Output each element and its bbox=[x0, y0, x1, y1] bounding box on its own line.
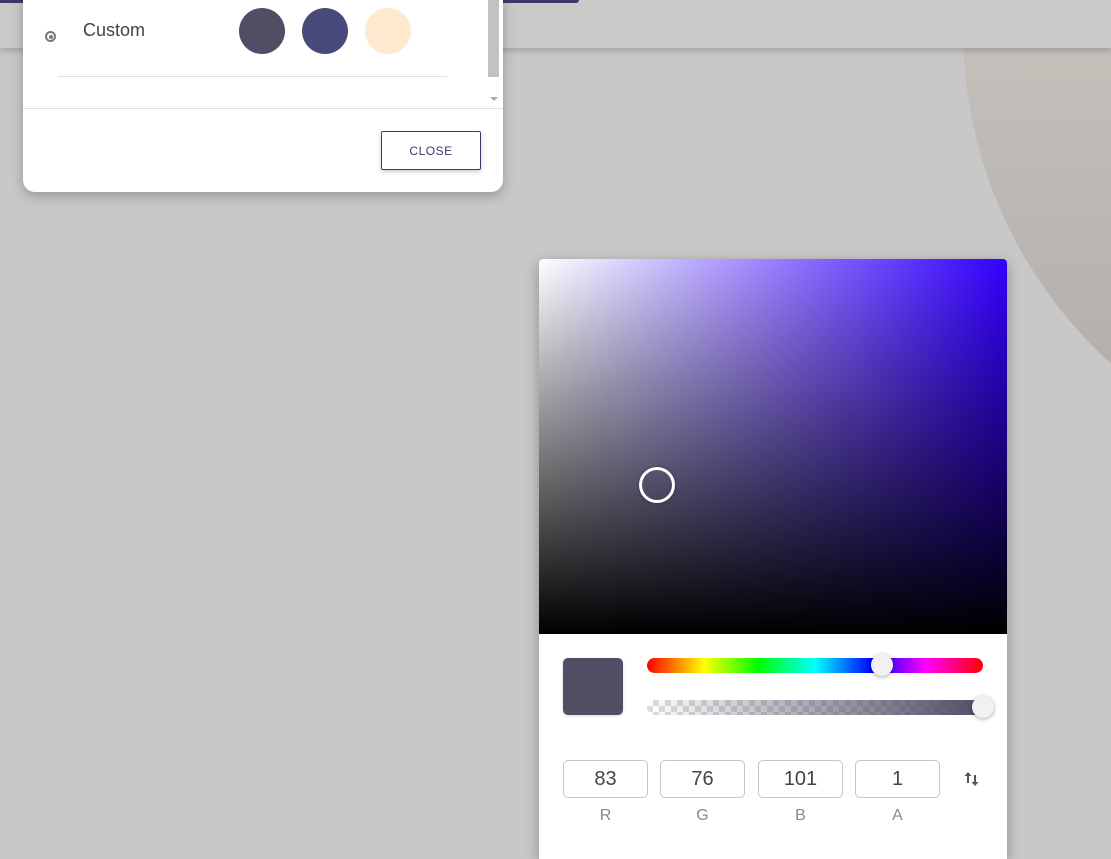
swap-vertical-icon[interactable] bbox=[961, 768, 983, 790]
green-label: G bbox=[696, 807, 709, 824]
close-button[interactable]: CLOSE bbox=[381, 131, 481, 170]
red-input[interactable]: 83 bbox=[563, 760, 648, 798]
blue-label: B bbox=[795, 807, 806, 824]
alpha-gradient bbox=[647, 700, 983, 715]
topbar-button-edge[interactable] bbox=[503, 0, 579, 3]
rgba-inputs: 83 R 76 G 101 B 1 A bbox=[563, 760, 983, 840]
blue-input[interactable]: 101 bbox=[758, 760, 843, 798]
blue-field: 101 B bbox=[758, 760, 843, 825]
saturation-value-canvas[interactable] bbox=[539, 259, 1007, 634]
scrollbar-thumb[interactable] bbox=[488, 0, 499, 77]
alpha-slider-thumb[interactable] bbox=[972, 696, 994, 718]
theme-option-custom[interactable]: Custom bbox=[23, 0, 488, 77]
alpha-slider[interactable] bbox=[647, 696, 994, 718]
option-label: Custom bbox=[83, 20, 146, 40]
alpha-field: 1 A bbox=[855, 760, 940, 825]
green-input[interactable]: 76 bbox=[660, 760, 745, 798]
divider bbox=[58, 76, 447, 77]
topbar-accent bbox=[0, 0, 24, 3]
dialog-actions-divider bbox=[23, 108, 503, 109]
radio-selected-icon[interactable] bbox=[45, 31, 56, 42]
alpha-input[interactable]: 1 bbox=[855, 760, 940, 798]
red-field: 83 R bbox=[563, 760, 648, 825]
scroll-down-arrow-icon[interactable] bbox=[490, 97, 498, 101]
swatch-primary[interactable] bbox=[239, 8, 285, 54]
theme-dialog: Custom CLOSE bbox=[23, 0, 503, 192]
hue-slider[interactable] bbox=[647, 654, 983, 676]
swatch-accent[interactable] bbox=[365, 8, 411, 54]
green-field: 76 G bbox=[660, 760, 745, 825]
red-label: R bbox=[599, 807, 612, 824]
hue-slider-thumb[interactable] bbox=[871, 654, 894, 676]
color-preview-swatch bbox=[563, 658, 623, 715]
alpha-label: A bbox=[892, 807, 903, 824]
swatch-secondary[interactable] bbox=[302, 8, 348, 54]
saturation-value-cursor[interactable] bbox=[639, 467, 675, 503]
value-gradient bbox=[539, 259, 1007, 634]
color-picker: 83 R 76 G 101 B 1 A bbox=[539, 259, 1007, 859]
